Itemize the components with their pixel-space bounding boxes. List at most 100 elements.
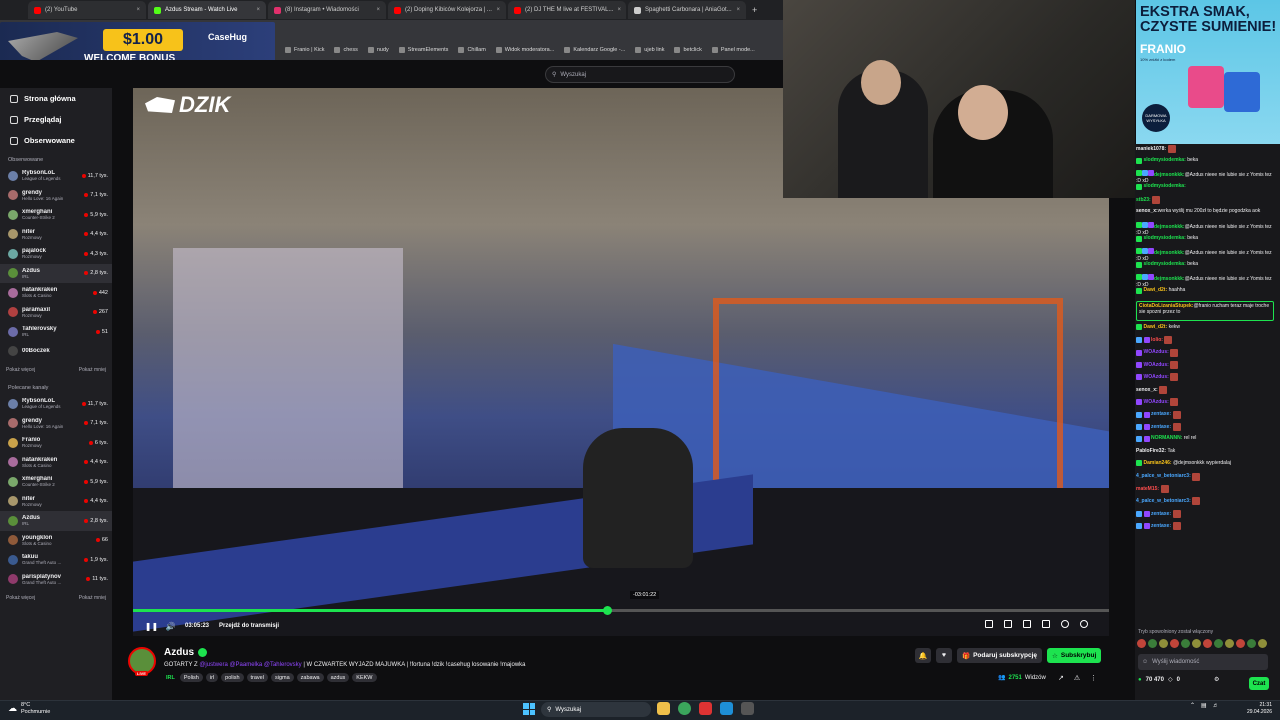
close-icon[interactable]: × [136,7,140,13]
sidebar-channel[interactable]: Tahlerovsky IRL 51 [0,322,112,342]
sidebar-channel[interactable]: grendy Hello Love: 16 Again 7,1 tys. [0,186,112,206]
emote-icon[interactable] [1137,639,1146,648]
close-icon[interactable]: × [256,7,260,13]
chat-username[interactable]: PabloFire32: [1136,448,1166,455]
stream-tag[interactable]: Polish [179,673,203,682]
bookmark-item[interactable]: Panel mode... [711,47,755,53]
sidebar-nav-item[interactable]: Obserwowane [0,130,112,151]
chat-username[interactable]: slodmysiodemka: [1144,235,1186,242]
warning-icon[interactable]: ⚠ [1074,674,1080,682]
emote-icon[interactable] [1247,639,1256,648]
emote-icon[interactable] [1170,639,1179,648]
show-more-link[interactable]: Pokaż więcej [6,595,35,601]
streamer-name[interactable]: Azdus [164,647,194,658]
more-icon[interactable]: ⋮ [1090,674,1097,682]
chevron-up-icon[interactable]: ⌃ [1190,702,1195,709]
weather-widget[interactable]: ☁ 8°C Pochmurnie [8,702,50,715]
emote-icon[interactable] [1236,639,1245,648]
chat-username[interactable]: 4_palce_w_betoniarc3: [1136,498,1191,505]
chat-username[interactable]: slodmysiodemka: [1144,157,1186,164]
stream-tag[interactable]: zabawa [296,673,324,682]
volume-icon[interactable]: 🔊 [166,622,176,631]
emote-icon[interactable] [1192,639,1201,648]
sidebar-channel[interactable]: youngklon Slots & Casino 66 [0,531,112,551]
chat-username[interactable]: WOAzdus: [1144,374,1169,381]
emote-icon[interactable] [1258,639,1267,648]
stream-tag[interactable]: azdus [326,673,350,682]
share-icon[interactable]: ↗ [1058,674,1064,682]
emote-icon[interactable] [1148,639,1157,648]
show-more-link[interactable]: Pokaż więcej [6,367,35,373]
chat-username[interactable]: zentaxe: [1151,424,1171,431]
chat-username[interactable]: dejmsonkkk: [1154,250,1185,256]
close-icon[interactable]: × [496,7,500,13]
chat-username[interactable]: WOAzdus: [1144,362,1169,369]
points-icon[interactable]: ● [1138,677,1142,683]
chat-username[interactable]: dejmsonkkk: [1154,276,1185,282]
network-icon[interactable]: ▤ [1201,702,1207,709]
sidebar-nav-item[interactable]: Przeglądaj [0,109,112,130]
bookmark-item[interactable]: nudy [367,47,389,53]
app-icon[interactable] [699,702,712,715]
sidebar-channel[interactable]: Azdus IRL 2,8 tys. [0,263,112,283]
windows-start-icon[interactable] [523,703,535,715]
chat-username[interactable]: zentaxe: [1151,523,1171,530]
emote-icon[interactable] [1181,639,1190,648]
stream-tag[interactable]: sigma [270,673,294,682]
sidebar-channel[interactable]: RybsonLoL League of Legends 11,7 tys. [0,394,112,414]
sidebar-channel[interactable]: grendy Hello Love: 16 Again 7,1 tys. [0,414,112,434]
settings-gear-icon[interactable] [1080,620,1088,628]
chat-username[interactable]: WOAzdus: [1144,399,1169,406]
chat-username[interactable]: slodmysiodemka: [1144,261,1186,268]
pause-icon[interactable]: ❚❚ [145,622,158,631]
clip-icon[interactable] [1004,620,1012,628]
chat-username[interactable]: Dawi_d2t: [1144,324,1168,331]
bookmark-item[interactable]: Kalendarz Google -... [564,47,625,53]
stream-tag[interactable]: polish [221,673,244,682]
fullscreen-icon[interactable] [1042,620,1050,628]
emote-icon[interactable] [1225,639,1234,648]
bookmark-item[interactable]: ujeb link [635,47,664,53]
sidebar-channel[interactable]: paramaxil Rozmowy 267 [0,303,112,323]
speed-icon[interactable] [1061,620,1069,628]
sidebar-channel[interactable]: xmerghani Counter-Strike 2 5,9 tys. [0,205,112,225]
heart-icon[interactable]: ♥ [936,648,952,663]
chat-username[interactable]: dejmsonkkk: [1154,224,1185,230]
theater-icon[interactable] [1023,620,1031,628]
sidebar-channel[interactable]: RybsonLoL League of Legends 11,7 tys. [0,166,112,186]
chat-username[interactable]: zentaxe: [1151,411,1171,418]
chat-username[interactable]: NORMANNN: [1151,435,1182,442]
franio-ad[interactable]: EKSTRA SMAK, CZYSTE SUMIENIE! FRANIO 10% … [1136,0,1280,144]
terminal-icon[interactable] [741,702,754,715]
browser-tab[interactable]: Azdus Stream - Watch Live × [148,1,266,19]
chat-username[interactable]: mateM15: [1136,486,1159,493]
emote-icon[interactable] [1203,639,1212,648]
sidebar-channel[interactable]: pajalock Rozmowy 4,3 tys. [0,244,112,264]
pip-icon[interactable] [985,620,993,628]
chat-username[interactable]: zentaxe: [1151,511,1171,518]
taskbar-search[interactable]: ⚲ Wyszukaj [541,702,651,717]
title-mentions[interactable]: @justwera @Paamelka @Tahlerovsky [199,662,301,668]
sidebar-channel[interactable]: Franio Rozmowy 6 tys. [0,433,112,453]
chat-username[interactable]: Damian246: [1144,460,1172,467]
chat-username[interactable]: slodmysiodemka: [1144,183,1186,190]
volume-icon[interactable]: ♬ [1213,703,1219,709]
show-less-link[interactable]: Pokaż mniej [79,595,106,601]
taskbar-clock[interactable]: 21:31 29.04.2026 [1238,702,1272,716]
stream-tag[interactable]: irl [205,673,219,682]
search-input[interactable]: ⚲ Wyszukaj [545,66,735,83]
close-icon[interactable]: × [376,7,380,13]
sidebar-channel[interactable]: xmerghani Counter-Strike 2 5,9 tys. [0,472,112,492]
sidebar-channel[interactable]: niter Rozmowy 4,4 tys. [0,492,112,512]
chat-username[interactable]: senox_x: [1136,208,1158,214]
sidebar-channel[interactable]: natankraken Slots & Casino 4,4 tys. [0,453,112,473]
bookmark-item[interactable]: Widok moderatora... [495,47,554,53]
chat-username[interactable]: dejmsonkkk: [1154,172,1185,178]
close-icon[interactable]: × [736,7,740,13]
file-explorer-icon[interactable] [657,702,670,715]
sidebar-nav-item[interactable]: Strona główna [0,88,112,109]
sidebar-channel[interactable]: parisplatynov Grand Theft Auto ... 11 tys. [0,570,112,590]
sidebar-channel[interactable]: natankraken Slots & Casino 442 [0,283,112,303]
chat-username[interactable]: 4_palce_w_betoniarc3: [1136,473,1191,480]
bookmark-item[interactable]: Chillam [458,47,486,53]
